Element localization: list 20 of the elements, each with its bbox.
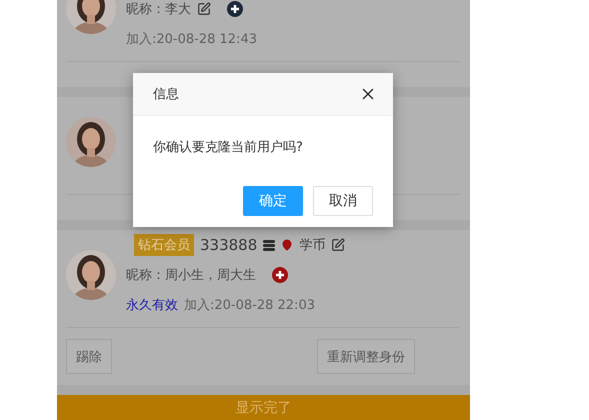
pin-icon	[281, 239, 294, 251]
validity-text: 永久有效	[126, 297, 178, 314]
nickname-text: 昵称：周小生，周大生	[126, 267, 256, 284]
dialog-message: 你确认要克隆当前用户吗?	[152, 139, 304, 157]
joined-text: 加入:20-08-28 22:03	[184, 297, 315, 314]
dialog-button[interactable]: 确定	[243, 186, 303, 216]
action-button[interactable]: 重新调整身份	[317, 339, 415, 374]
currency-label: 学币	[299, 237, 326, 254]
add-icon[interactable]	[227, 1, 243, 17]
dialog-title: 信息	[153, 86, 179, 103]
add-icon[interactable]	[272, 267, 288, 283]
action-button[interactable]: 踢除	[66, 339, 112, 374]
member-id: 333888	[200, 236, 258, 254]
nickname-text: 昵称：李大	[126, 1, 191, 18]
member-level-badge: 钻石会员	[134, 234, 194, 256]
edit-icon[interactable]	[197, 2, 211, 16]
dialog-button[interactable]: 取消	[313, 186, 373, 216]
footer-bar: 显示完了	[57, 395, 470, 420]
edit-icon[interactable]	[331, 238, 346, 252]
joined-text: 加入:20-08-28 12:43	[126, 31, 257, 48]
